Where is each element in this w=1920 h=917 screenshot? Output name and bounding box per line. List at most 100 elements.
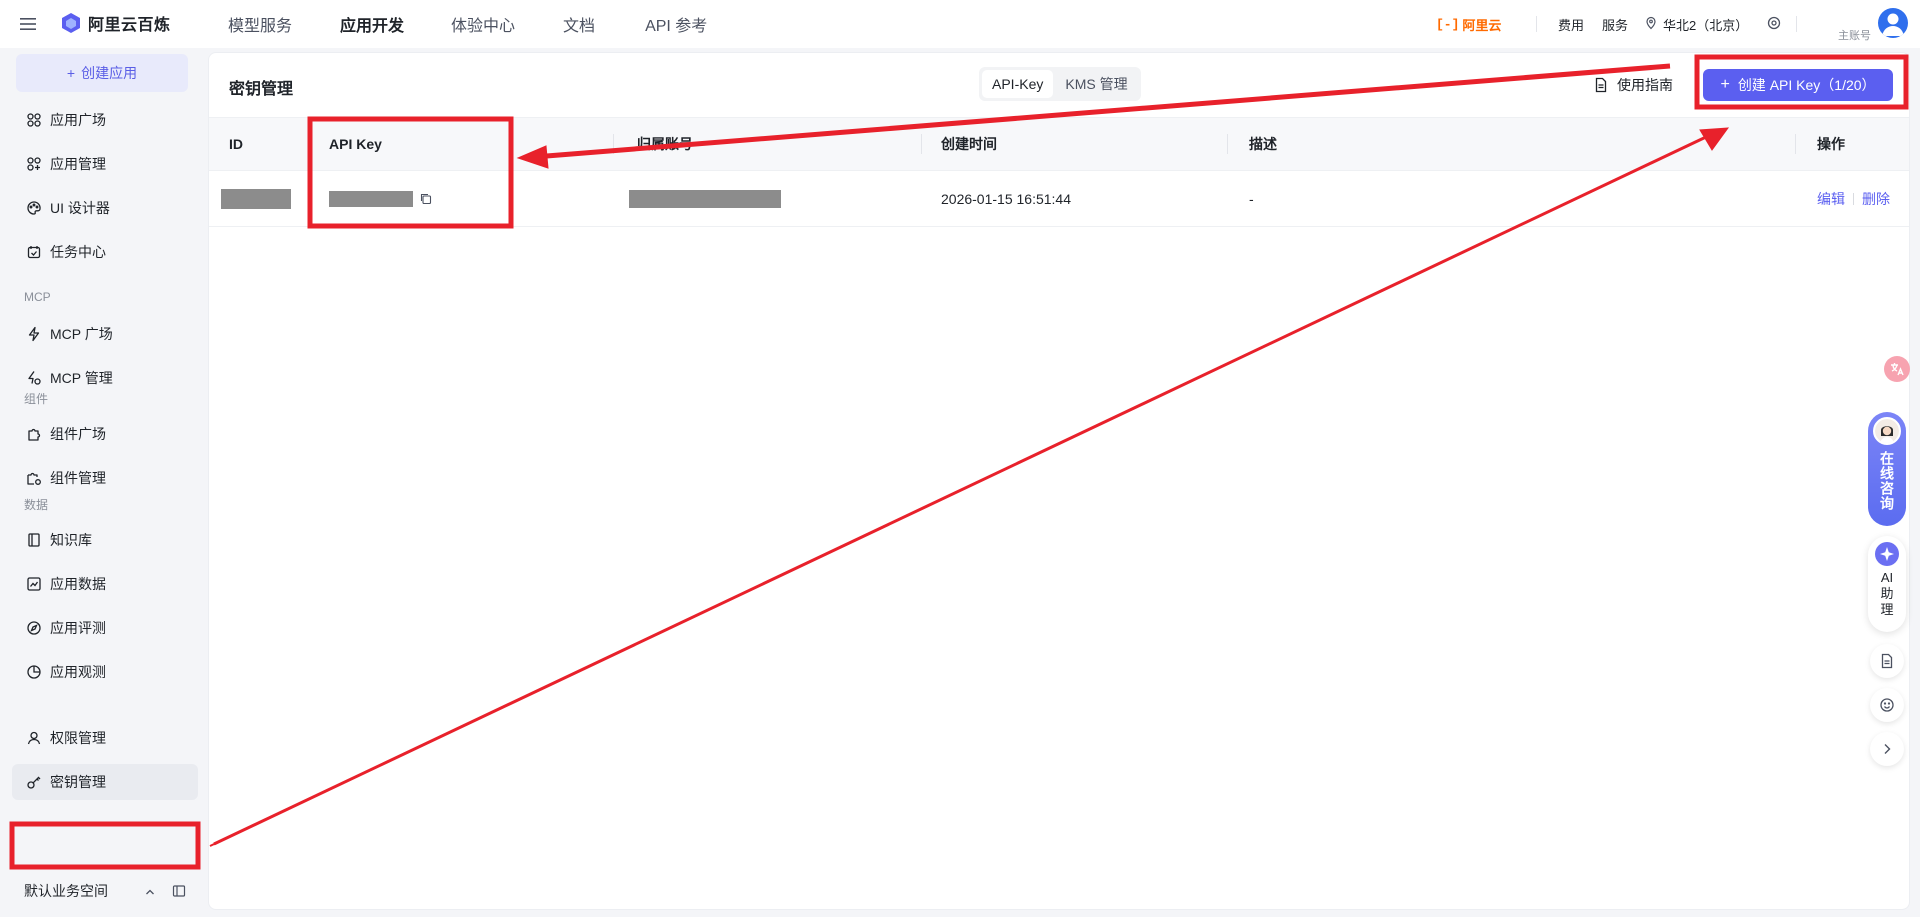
edit-link[interactable]: 编辑 <box>1817 189 1845 209</box>
location-pin-icon <box>1646 16 1656 30</box>
sidebar-item-label: MCP 广场 <box>50 326 113 342</box>
chevron-up-icon[interactable] <box>144 886 156 898</box>
divider <box>1796 16 1797 32</box>
tab-kms-management[interactable]: KMS 管理 <box>1055 70 1137 98</box>
topnav-experience-center[interactable]: 体验中心 <box>451 12 515 36</box>
group-label-mcp: MCP <box>24 290 51 304</box>
divider <box>1853 192 1854 205</box>
redacted-api-key <box>329 190 413 207</box>
sidebar-item-label: 应用观测 <box>50 664 106 680</box>
online-consult-label: 在线咨询 <box>1879 451 1895 511</box>
topnav-docs[interactable]: 文档 <box>563 12 595 36</box>
translate-icon <box>1891 363 1904 376</box>
table-row: 2026-01-15 16:51:44 - 编辑 删除 <box>209 171 1909 227</box>
brand-name: 阿里云百炼 <box>88 17 171 34</box>
online-consult-button[interactable]: 在线咨询 <box>1868 412 1906 526</box>
sidebar-item-permission-management[interactable]: 权限管理 <box>12 720 198 756</box>
column-divider <box>1795 134 1796 154</box>
sidebar-item-component-management[interactable]: 组件管理 <box>12 460 198 496</box>
copy-icon[interactable] <box>419 192 433 206</box>
account-type-label: 主账号 <box>1838 30 1871 42</box>
consultant-avatar <box>1873 417 1901 445</box>
cell-description: - <box>1249 190 1254 207</box>
grid-icon <box>27 157 41 171</box>
usage-guide-link[interactable]: 使用指南 <box>1593 75 1673 95</box>
top-right-tools: [-] 阿里云 费用 服务 华北2（北京） 主账号 <box>1400 0 1920 48</box>
ai-assistant-button[interactable]: AI助理 <box>1868 536 1906 632</box>
topnav-app-development[interactable]: 应用开发 <box>340 12 404 36</box>
sidebar-item-label: 应用管理 <box>50 156 106 172</box>
create-api-key-label: 创建 API Key（1/20） <box>1737 77 1876 93</box>
expand-panel-button[interactable] <box>1870 732 1904 766</box>
column-divider <box>613 134 614 154</box>
sidebar-item-label: MCP 管理 <box>50 370 113 386</box>
account-name-box <box>1810 4 1874 20</box>
aliyun-brand-text: 阿里云 <box>1462 18 1502 33</box>
user-avatar-icon <box>1882 13 1904 36</box>
compass-icon <box>27 621 41 635</box>
bailian-logo-icon <box>62 13 80 33</box>
sidebar-item-knowledge-base[interactable]: 知识库 <box>12 522 198 558</box>
palette-icon <box>27 201 41 215</box>
column-divider <box>309 134 310 154</box>
top-navigation-bar: 阿里云百炼 模型服务 应用开发 体验中心 文档 API 参考 [-] 阿里云 费… <box>0 0 1920 48</box>
sidebar-item-app-data[interactable]: 应用数据 <box>12 566 198 602</box>
ai-assistant-label: AI助理 <box>1880 570 1894 617</box>
sidebar-collapse-icon[interactable] <box>172 884 186 898</box>
workspace-selector[interactable]: 默认业务空间 <box>24 881 108 901</box>
chevron-right-icon <box>1884 744 1891 754</box>
top-nav-menu: 模型服务 应用开发 体验中心 文档 API 参考 <box>228 0 707 48</box>
sidebar-item-label: 权限管理 <box>50 730 106 746</box>
topnav-api-reference[interactable]: API 参考 <box>645 12 707 36</box>
redacted-id <box>221 188 291 209</box>
sidebar-item-key-management[interactable]: 密钥管理 <box>12 764 198 800</box>
sidebar: + 创建应用 应用广场 应用管理 UI 设计器 任务中心 MCP MCP 广场 … <box>0 48 208 917</box>
sidebar-item-label: 应用广场 <box>50 112 106 128</box>
sidebar-item-label: 应用数据 <box>50 576 106 592</box>
region-selector[interactable]: 华北2（北京） <box>1663 15 1748 34</box>
key-type-tabs: API-Key KMS 管理 <box>979 67 1141 101</box>
bolt-settings-icon <box>28 371 41 385</box>
feedback-button[interactable] <box>1870 688 1904 722</box>
service-link[interactable]: 服务 <box>1602 15 1628 34</box>
puzzle-settings-icon <box>27 472 41 485</box>
usage-guide-label: 使用指南 <box>1617 77 1673 93</box>
user-avatar[interactable] <box>1878 8 1908 38</box>
document-icon <box>1595 77 1607 93</box>
fees-link[interactable]: 费用 <box>1558 15 1584 34</box>
column-divider <box>1227 134 1228 154</box>
sidebar-item-label: UI 设计器 <box>50 200 110 216</box>
settings-gear-icon[interactable] <box>1766 15 1782 31</box>
tab-api-key[interactable]: API-Key <box>982 70 1054 98</box>
brand-logo[interactable]: 阿里云百炼 <box>60 11 171 35</box>
sidebar-item-task-center[interactable]: 任务中心 <box>12 234 198 270</box>
cell-actions: 编辑 删除 <box>1817 171 1890 226</box>
sidebar-item-label: 任务中心 <box>50 244 106 260</box>
translate-button[interactable] <box>1884 356 1910 382</box>
column-header-description: 描述 <box>1249 136 1277 152</box>
aliyun-brand-link[interactable]: [-] 阿里云 <box>1436 15 1501 34</box>
sidebar-item-label: 组件广场 <box>50 426 106 442</box>
cell-api-key <box>329 171 433 226</box>
group-label-data: 数据 <box>24 498 49 512</box>
sidebar-item-app-observation[interactable]: 应用观测 <box>12 654 198 690</box>
document-tool-button[interactable] <box>1870 644 1904 678</box>
divider <box>1536 16 1537 32</box>
create-app-button[interactable]: + 创建应用 <box>16 54 188 92</box>
delete-link[interactable]: 删除 <box>1862 189 1890 209</box>
plus-icon: + <box>66 65 76 81</box>
sidebar-item-component-square[interactable]: 组件广场 <box>12 416 198 452</box>
sidebar-item-mcp-square[interactable]: MCP 广场 <box>12 316 198 352</box>
topnav-model-services[interactable]: 模型服务 <box>228 12 292 36</box>
table-header: ID API Key 归属账号 创建时间 描述 操作 <box>209 117 1909 171</box>
column-header-actions: 操作 <box>1817 136 1845 152</box>
sidebar-item-app-management[interactable]: 应用管理 <box>12 146 198 182</box>
sidebar-item-app-evaluation[interactable]: 应用评测 <box>12 610 198 646</box>
column-header-created-at: 创建时间 <box>941 136 997 152</box>
redacted-account <box>629 189 781 208</box>
sidebar-item-ui-designer[interactable]: UI 设计器 <box>12 190 198 226</box>
hamburger-menu-icon[interactable] <box>18 14 38 34</box>
ai-assistant-icon <box>1875 542 1899 566</box>
create-api-key-button[interactable]: + 创建 API Key（1/20） <box>1703 69 1893 101</box>
sidebar-item-app-square[interactable]: 应用广场 <box>12 102 198 138</box>
